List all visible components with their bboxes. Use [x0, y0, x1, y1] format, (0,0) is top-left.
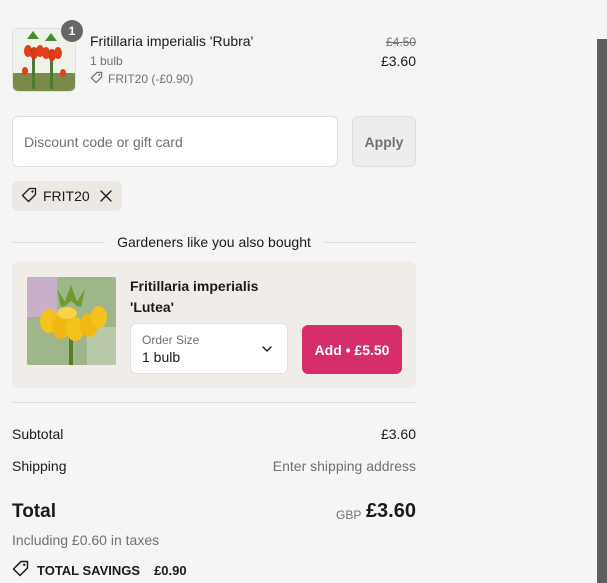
upsell-card: Fritillaria imperialis 'Lutea' Order Siz… — [12, 262, 416, 388]
subtotal-value: £3.60 — [380, 426, 416, 442]
upsell-product-name: Fritillaria imperialis 'Lutea' — [130, 278, 259, 315]
subtotal-label: Subtotal — [12, 426, 64, 442]
order-size-label: Order Size — [142, 333, 200, 347]
item-name: Fritillaria imperialis 'Rubra' — [90, 33, 254, 49]
discount-tag-icon — [12, 560, 29, 580]
cart-line-item: 1 Fritillaria imperialis 'Rubra' 1 bulb … — [12, 20, 416, 92]
item-price: £3.60 — [380, 53, 416, 69]
quantity-badge: 1 — [61, 20, 83, 42]
apply-button[interactable]: Apply — [352, 116, 416, 167]
order-size-select[interactable]: Order Size 1 bulb — [130, 323, 288, 374]
checkout-order-summary: 1 Fritillaria imperialis 'Rubra' 1 bulb … — [0, 0, 607, 583]
total-savings-label: TOTAL SAVINGS — [37, 562, 141, 578]
original-price: £4.50 — [385, 35, 416, 49]
total-savings: TOTAL SAVINGS £0.90 — [12, 560, 187, 580]
applied-discount-chip: FRIT20 — [12, 181, 122, 211]
item-variant: 1 bulb — [90, 54, 123, 68]
scrollbar-thumb[interactable] — [597, 39, 607, 583]
add-upsell-button[interactable]: Add • £5.50 — [302, 325, 402, 374]
upsell-product-image — [27, 277, 116, 365]
order-size-value: 1 bulb — [142, 349, 181, 365]
chevron-down-icon — [261, 342, 273, 360]
total-currency: GBP — [336, 508, 362, 522]
shipping-label: Shipping — [12, 458, 67, 474]
tag-icon — [21, 187, 37, 206]
item-discount-text: FRIT20 (-£0.90) — [108, 72, 194, 86]
shipping-value: Enter shipping address — [272, 458, 416, 474]
divider — [12, 402, 416, 403]
taxes-note: Including £0.60 in taxes — [12, 532, 160, 548]
applied-code-text: FRIT20 — [43, 188, 90, 204]
discount-code-input[interactable] — [12, 116, 338, 167]
item-discount: FRIT20 (-£0.90) — [90, 71, 193, 87]
close-icon[interactable] — [99, 190, 112, 202]
total-amount: £3.60 — [365, 500, 416, 522]
total-label: Total — [12, 501, 56, 522]
tag-icon — [90, 71, 103, 87]
upsell-heading: Gardeners like you also bought — [117, 234, 311, 250]
total-savings-value: £0.90 — [154, 562, 187, 578]
